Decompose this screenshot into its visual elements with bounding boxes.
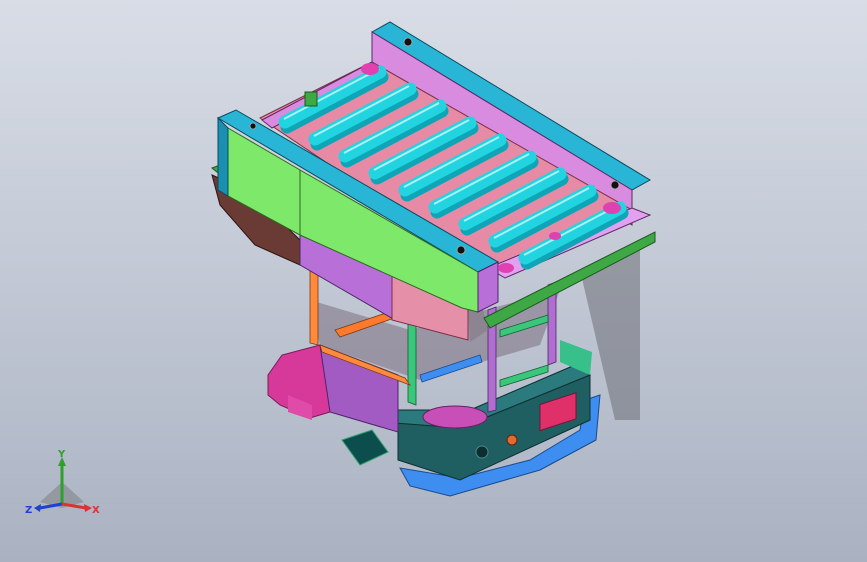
triad-z-axis <box>39 502 63 510</box>
bolt-front-right <box>456 245 466 255</box>
cad-viewport[interactable]: Y X Z <box>0 0 867 562</box>
agv-roller-conveyor-model[interactable] <box>0 0 867 562</box>
post-left-orange[interactable] <box>309 269 319 346</box>
roller-cap-magenta-1 <box>361 63 379 75</box>
view-orientation-triad[interactable]: Y X Z <box>22 446 106 526</box>
roller-cap-magenta-3 <box>498 263 514 273</box>
sensor-bracket-green[interactable] <box>304 91 318 107</box>
bolt-right-end <box>610 180 620 190</box>
base-connector-port[interactable] <box>506 434 518 446</box>
triad-x-arrow-icon <box>84 504 92 512</box>
triad-y-label: Y <box>57 449 66 460</box>
base-wheel <box>341 429 389 466</box>
base-corner-pad[interactable] <box>422 405 488 429</box>
bolt-back-left <box>403 37 413 47</box>
conveyor-front-edge <box>217 116 229 197</box>
triad-z-label: Z <box>25 505 32 516</box>
triad-x-axis <box>61 502 87 510</box>
roller-cap-magenta-2 <box>603 202 621 214</box>
roller-cap-magenta-4 <box>549 232 561 240</box>
triad-x-label: X <box>92 505 100 516</box>
bolt-left-end <box>249 122 257 130</box>
triad-z-arrow-icon <box>34 504 41 512</box>
base-button[interactable] <box>475 445 489 459</box>
